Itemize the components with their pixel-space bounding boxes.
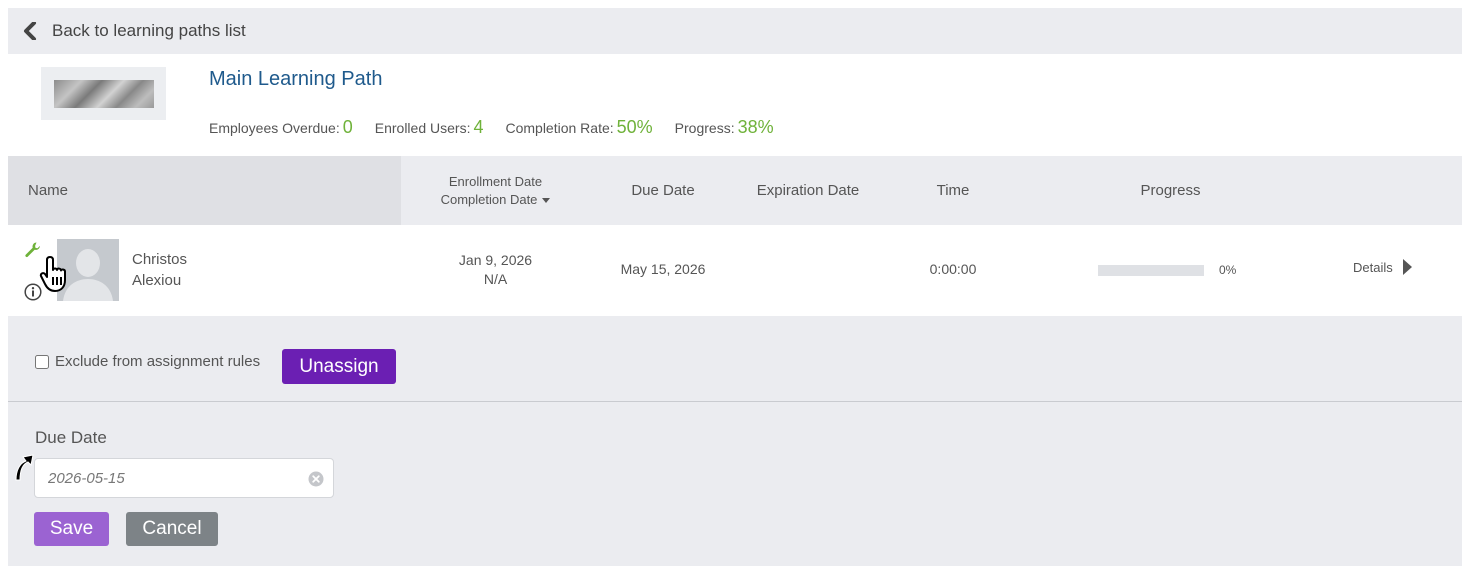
default-avatar-icon xyxy=(57,239,119,301)
enrollment-date: Jan 9, 2026 xyxy=(458,252,533,268)
column-header-progress[interactable]: Progress xyxy=(1108,156,1233,225)
stat-value: 50% xyxy=(616,117,653,137)
column-header-name[interactable]: Name xyxy=(8,156,401,225)
stat-employees-overdue: Employees Overdue: 0 xyxy=(209,117,353,138)
table-row: Christos Alexiou Jan 9, 2026 N/A May 15,… xyxy=(8,225,1462,316)
stat-label: Completion Rate: xyxy=(505,120,614,136)
sort-caret-icon xyxy=(542,197,551,203)
column-header-expiration-date[interactable]: Expiration Date xyxy=(738,156,878,225)
user-last-name: Alexiou xyxy=(132,272,182,289)
due-date-input[interactable] xyxy=(35,459,305,497)
caret-right-icon xyxy=(1402,259,1412,275)
chevron-left-icon xyxy=(24,22,36,40)
completion-date: N/A xyxy=(483,271,508,287)
due-date-field[interactable] xyxy=(34,458,334,498)
arrow-cursor-icon xyxy=(15,454,34,481)
column-header-completion-date: Completion Date xyxy=(440,191,538,207)
due-date-cell: May 15, 2026 xyxy=(620,261,706,277)
column-header-enrollment-date: Enrollment Date xyxy=(448,173,543,189)
assignment-controls: Exclude from assignment rules Unassign xyxy=(8,316,1462,402)
exclude-rules-checkbox[interactable] xyxy=(35,354,49,369)
exclude-rules-label: Exclude from assignment rules xyxy=(55,353,261,370)
column-header-time[interactable]: Time xyxy=(908,156,998,225)
progress-bar xyxy=(1098,265,1204,276)
path-header: Main Learning Path Employees Overdue: 0 E… xyxy=(8,54,1462,156)
details-label: Details xyxy=(1353,259,1393,275)
stat-value: 38% xyxy=(737,117,774,137)
stat-label: Employees Overdue: xyxy=(209,120,340,136)
back-to-list-link[interactable]: Back to learning paths list xyxy=(8,8,1462,54)
stat-label: Progress: xyxy=(674,120,735,136)
time-cell: 0:00:00 xyxy=(929,261,977,277)
path-stats: Employees Overdue: 0 Enrolled Users: 4 Com… xyxy=(209,117,774,138)
wrench-icon[interactable] xyxy=(24,241,42,259)
stat-value: 4 xyxy=(473,117,484,137)
stat-enrolled-users: Enrolled Users: 4 xyxy=(375,117,484,138)
path-title[interactable]: Main Learning Path xyxy=(209,68,382,91)
details-link[interactable]: Details xyxy=(1353,259,1412,275)
column-header-due-date[interactable]: Due Date xyxy=(608,156,718,225)
stat-label: Enrolled Users: xyxy=(374,120,471,136)
progress-percent: 0% xyxy=(1219,263,1237,277)
clear-icon[interactable] xyxy=(308,471,324,487)
back-link-label: Back to learning paths list xyxy=(52,21,246,40)
column-header-dates[interactable]: Enrollment Date Completion Date xyxy=(423,156,568,225)
due-date-label: Due Date xyxy=(35,428,107,447)
exclude-rules-option[interactable]: Exclude from assignment rules xyxy=(35,353,260,370)
unassign-button[interactable]: Unassign xyxy=(282,349,396,384)
path-thumbnail-image xyxy=(53,79,154,108)
enrollment-completion-cell: Jan 9, 2026 N/A xyxy=(423,251,568,289)
stat-completion-rate: Completion Rate: 50% xyxy=(505,117,652,138)
user-first-name: Christos xyxy=(132,251,188,268)
stat-value: 0 xyxy=(342,117,353,137)
table-header: Name Enrollment Date Completion Date Due… xyxy=(8,156,1462,225)
avatar xyxy=(57,239,119,301)
path-thumbnail xyxy=(41,67,166,120)
user-name[interactable]: Christos Alexiou xyxy=(132,249,232,291)
save-button[interactable]: Save xyxy=(34,512,109,546)
cancel-button[interactable]: Cancel xyxy=(126,512,218,546)
stat-progress: Progress: 38% xyxy=(675,117,774,138)
info-icon[interactable] xyxy=(24,283,42,301)
learning-path-panel: Back to learning paths list Main Learnin… xyxy=(8,8,1462,566)
